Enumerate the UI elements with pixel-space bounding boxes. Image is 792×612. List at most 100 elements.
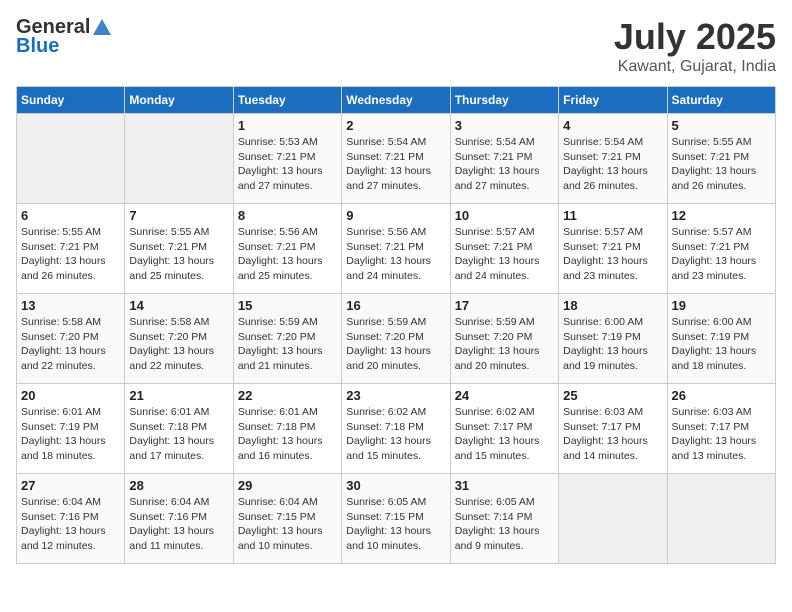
day-info: Sunrise: 5:54 AM Sunset: 7:21 PM Dayligh… xyxy=(455,135,554,194)
calendar-cell: 25Sunrise: 6:03 AM Sunset: 7:17 PM Dayli… xyxy=(559,384,667,474)
day-number: 30 xyxy=(346,478,445,493)
calendar-cell: 23 Sunrise: 6:02 AM Sunset: 7:18 PM Dayli… xyxy=(342,384,450,474)
day-info: Sunrise: 6:00 AM Sunset: 7:19 PM Dayligh… xyxy=(563,315,662,374)
calendar-cell: 29 Sunrise: 6:04 AM Sunset: 7:15 PM Dayli… xyxy=(233,474,341,564)
day-info: Sunrise: 6:03 AM Sunset: 7:17 PM Dayligh… xyxy=(672,405,771,464)
calendar-cell: 12Sunrise: 5:57 AM Sunset: 7:21 PM Dayli… xyxy=(667,204,775,294)
day-info: Sunrise: 6:00 AM Sunset: 7:19 PM Dayligh… xyxy=(672,315,771,374)
calendar-cell: 11Sunrise: 5:57 AM Sunset: 7:21 PM Dayli… xyxy=(559,204,667,294)
calendar-cell xyxy=(125,114,233,204)
calendar-cell: 21 Sunrise: 6:01 AM Sunset: 7:18 PM Dayli… xyxy=(125,384,233,474)
day-info: Sunrise: 5:59 AM Sunset: 7:20 PM Dayligh… xyxy=(455,315,554,374)
day-info: Sunrise: 6:02 AM Sunset: 7:18 PM Dayligh… xyxy=(346,405,445,464)
calendar-cell: 22 Sunrise: 6:01 AM Sunset: 7:18 PM Dayli… xyxy=(233,384,341,474)
day-number: 4 xyxy=(563,118,662,133)
calendar-cell: 31 Sunrise: 6:05 AM Sunset: 7:14 PM Dayli… xyxy=(450,474,558,564)
day-info: Sunrise: 5:54 AM Sunset: 7:21 PM Dayligh… xyxy=(346,135,445,194)
calendar-cell xyxy=(559,474,667,564)
logo-blue: Blue xyxy=(16,35,59,58)
weekday-header: Thursday xyxy=(450,87,558,114)
day-info: Sunrise: 5:54 AM Sunset: 7:21 PM Dayligh… xyxy=(563,135,662,194)
calendar-cell: 4 Sunrise: 5:54 AM Sunset: 7:21 PM Daylig… xyxy=(559,114,667,204)
calendar-cell: 7Sunrise: 5:55 AM Sunset: 7:21 PM Daylig… xyxy=(125,204,233,294)
day-info: Sunrise: 6:05 AM Sunset: 7:15 PM Dayligh… xyxy=(346,495,445,554)
weekday-header: Monday xyxy=(125,87,233,114)
calendar-cell: 6Sunrise: 5:55 AM Sunset: 7:21 PM Daylig… xyxy=(17,204,125,294)
logo: General Blue xyxy=(16,16,114,58)
calendar-week-row: 20 Sunrise: 6:01 AM Sunset: 7:19 PM Dayli… xyxy=(17,384,776,474)
day-info: Sunrise: 5:59 AM Sunset: 7:20 PM Dayligh… xyxy=(346,315,445,374)
day-info: Sunrise: 5:58 AM Sunset: 7:20 PM Dayligh… xyxy=(129,315,228,374)
day-number: 9 xyxy=(346,208,445,223)
calendar-cell: 9 Sunrise: 5:56 AM Sunset: 7:21 PM Daylig… xyxy=(342,204,450,294)
day-number: 22 xyxy=(238,388,337,403)
day-info: Sunrise: 5:57 AM Sunset: 7:21 PM Dayligh… xyxy=(672,225,771,284)
weekday-header: Wednesday xyxy=(342,87,450,114)
weekday-header-row: SundayMondayTuesdayWednesdayThursdayFrid… xyxy=(17,87,776,114)
day-number: 15 xyxy=(238,298,337,313)
day-info: Sunrise: 6:04 AM Sunset: 7:16 PM Dayligh… xyxy=(129,495,228,554)
calendar-cell: 2 Sunrise: 5:54 AM Sunset: 7:21 PM Daylig… xyxy=(342,114,450,204)
calendar-cell: 20 Sunrise: 6:01 AM Sunset: 7:19 PM Dayli… xyxy=(17,384,125,474)
day-info: Sunrise: 6:05 AM Sunset: 7:14 PM Dayligh… xyxy=(455,495,554,554)
calendar-cell: 27Sunrise: 6:04 AM Sunset: 7:16 PM Dayli… xyxy=(17,474,125,564)
day-number: 14 xyxy=(129,298,228,313)
page-header: General Blue July 2025 Kawant, Gujarat, … xyxy=(16,16,776,76)
calendar-cell: 18Sunrise: 6:00 AM Sunset: 7:19 PM Dayli… xyxy=(559,294,667,384)
calendar-cell: 13Sunrise: 5:58 AM Sunset: 7:20 PM Dayli… xyxy=(17,294,125,384)
day-number: 3 xyxy=(455,118,554,133)
calendar-cell: 30 Sunrise: 6:05 AM Sunset: 7:15 PM Dayli… xyxy=(342,474,450,564)
day-info: Sunrise: 5:56 AM Sunset: 7:21 PM Dayligh… xyxy=(238,225,337,284)
day-number: 17 xyxy=(455,298,554,313)
day-number: 27 xyxy=(21,478,120,493)
day-number: 2 xyxy=(346,118,445,133)
weekday-header: Sunday xyxy=(17,87,125,114)
calendar-cell: 5 Sunrise: 5:55 AM Sunset: 7:21 PM Daylig… xyxy=(667,114,775,204)
calendar-cell: 1 Sunrise: 5:53 AM Sunset: 7:21 PM Daylig… xyxy=(233,114,341,204)
calendar-cell: 10 Sunrise: 5:57 AM Sunset: 7:21 PM Dayli… xyxy=(450,204,558,294)
day-info: Sunrise: 6:01 AM Sunset: 7:19 PM Dayligh… xyxy=(21,405,120,464)
day-number: 7 xyxy=(129,208,228,223)
day-number: 10 xyxy=(455,208,554,223)
calendar-week-row: 1 Sunrise: 5:53 AM Sunset: 7:21 PM Daylig… xyxy=(17,114,776,204)
day-number: 31 xyxy=(455,478,554,493)
day-info: Sunrise: 5:53 AM Sunset: 7:21 PM Dayligh… xyxy=(238,135,337,194)
page-subtitle: Kawant, Gujarat, India xyxy=(614,58,776,76)
day-info: Sunrise: 5:57 AM Sunset: 7:21 PM Dayligh… xyxy=(455,225,554,284)
day-number: 13 xyxy=(21,298,120,313)
calendar-cell: 15 Sunrise: 5:59 AM Sunset: 7:20 PM Dayli… xyxy=(233,294,341,384)
day-number: 29 xyxy=(238,478,337,493)
day-number: 8 xyxy=(238,208,337,223)
day-number: 5 xyxy=(672,118,771,133)
calendar-cell: 26Sunrise: 6:03 AM Sunset: 7:17 PM Dayli… xyxy=(667,384,775,474)
calendar-cell xyxy=(17,114,125,204)
day-number: 19 xyxy=(672,298,771,313)
day-info: Sunrise: 6:04 AM Sunset: 7:15 PM Dayligh… xyxy=(238,495,337,554)
day-number: 23 xyxy=(346,388,445,403)
weekday-header: Saturday xyxy=(667,87,775,114)
calendar-table: SundayMondayTuesdayWednesdayThursdayFrid… xyxy=(16,86,776,564)
calendar-cell xyxy=(667,474,775,564)
day-number: 1 xyxy=(238,118,337,133)
day-info: Sunrise: 5:56 AM Sunset: 7:21 PM Dayligh… xyxy=(346,225,445,284)
day-info: Sunrise: 5:57 AM Sunset: 7:21 PM Dayligh… xyxy=(563,225,662,284)
page-title: July 2025 xyxy=(614,16,776,58)
day-info: Sunrise: 5:55 AM Sunset: 7:21 PM Dayligh… xyxy=(21,225,120,284)
day-info: Sunrise: 6:01 AM Sunset: 7:18 PM Dayligh… xyxy=(129,405,228,464)
day-number: 28 xyxy=(129,478,228,493)
calendar-week-row: 6Sunrise: 5:55 AM Sunset: 7:21 PM Daylig… xyxy=(17,204,776,294)
day-info: Sunrise: 6:01 AM Sunset: 7:18 PM Dayligh… xyxy=(238,405,337,464)
day-number: 20 xyxy=(21,388,120,403)
calendar-week-row: 27 Sunrise: 6:04 AM Sunset: 7:16 PM Dayli… xyxy=(17,474,776,564)
day-number: 21 xyxy=(129,388,228,403)
day-info: Sunrise: 5:59 AM Sunset: 7:20 PM Dayligh… xyxy=(238,315,337,374)
calendar-cell: 3 Sunrise: 5:54 AM Sunset: 7:21 PM Daylig… xyxy=(450,114,558,204)
logo-icon xyxy=(91,17,113,39)
title-block: July 2025 Kawant, Gujarat, India xyxy=(614,16,776,76)
day-info: Sunrise: 6:03 AM Sunset: 7:17 PM Dayligh… xyxy=(563,405,662,464)
day-info: Sunrise: 5:55 AM Sunset: 7:21 PM Dayligh… xyxy=(672,135,771,194)
calendar-cell: 17 Sunrise: 5:59 AM Sunset: 7:20 PM Dayli… xyxy=(450,294,558,384)
weekday-header: Friday xyxy=(559,87,667,114)
calendar-week-row: 13 Sunrise: 5:58 AM Sunset: 7:20 PM Dayli… xyxy=(17,294,776,384)
calendar-cell: 8 Sunrise: 5:56 AM Sunset: 7:21 PM Daylig… xyxy=(233,204,341,294)
